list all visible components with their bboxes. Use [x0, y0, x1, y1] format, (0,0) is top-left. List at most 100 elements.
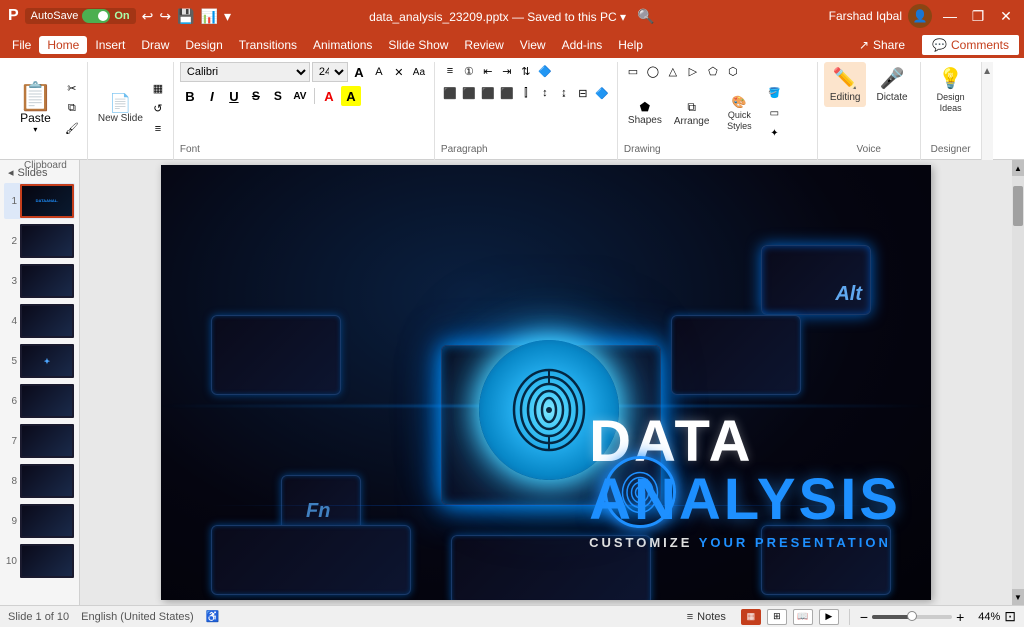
shadow-button[interactable]: S	[268, 86, 288, 106]
slide-canvas[interactable]: Alt Fn	[161, 165, 931, 600]
menu-help[interactable]: Help	[610, 36, 651, 54]
notes-button[interactable]: ≡ Notes	[678, 608, 735, 626]
redo-btn[interactable]: ↪	[159, 8, 171, 25]
font-size-down[interactable]: A	[370, 63, 388, 81]
design-ideas-button[interactable]: 💡 Design Ideas	[929, 62, 973, 117]
quick-styles-button[interactable]: 🎨 Quick Styles	[717, 93, 761, 133]
columns[interactable]: ⫿	[517, 84, 535, 102]
shape-btn-3[interactable]: △	[664, 62, 682, 80]
shape-btn-5[interactable]: ⬠	[704, 62, 722, 80]
scroll-thumb[interactable]	[1013, 186, 1023, 226]
slide-thumb-5[interactable]: 5 ✦	[4, 343, 75, 379]
shape-btn-1[interactable]: ▭	[624, 62, 642, 80]
zoom-control[interactable]: − + 44% ⊡	[860, 608, 1016, 625]
paste-button[interactable]: 📋 Paste ▾	[10, 81, 61, 136]
avatar[interactable]: 👤	[908, 4, 932, 28]
line-spacing[interactable]: ↕	[536, 84, 554, 102]
scroll-down-button[interactable]: ▼	[1012, 589, 1024, 605]
save-btn[interactable]: 💾	[177, 8, 194, 25]
menu-draw[interactable]: Draw	[133, 36, 177, 54]
scroll-track[interactable]	[1012, 176, 1024, 589]
slide-thumb-4[interactable]: 4	[4, 303, 75, 339]
slide-thumb-6[interactable]: 6	[4, 383, 75, 419]
search-icon[interactable]: 🔍	[637, 8, 654, 24]
text-direction-2[interactable]: ↨	[555, 84, 573, 102]
align-text[interactable]: ⊟	[574, 84, 592, 102]
reset-button[interactable]: ↺	[149, 100, 167, 118]
zoom-in-button[interactable]: +	[956, 609, 964, 625]
more-tools[interactable]: ▾	[224, 8, 231, 25]
shape-effects-button[interactable]: ✦	[765, 124, 783, 142]
decrease-indent[interactable]: ⇤	[479, 62, 497, 80]
minimize-button[interactable]: —	[940, 6, 960, 26]
menu-insert[interactable]: Insert	[87, 36, 133, 54]
shape-fill-button[interactable]: 🪣	[765, 84, 783, 102]
menu-view[interactable]: View	[512, 36, 554, 54]
italic-button[interactable]: I	[202, 86, 222, 106]
font-size-select[interactable]: 24	[312, 62, 348, 82]
numbering-button[interactable]: ①	[460, 62, 478, 80]
shape-btn-2[interactable]: ◯	[644, 62, 662, 80]
zoom-out-button[interactable]: −	[860, 609, 868, 625]
bullets-button[interactable]: ≡	[441, 62, 459, 80]
convert-to-smartart[interactable]: 🔷	[536, 62, 554, 80]
slide-sorter-button[interactable]: ⊞	[767, 609, 787, 625]
paste-dropdown[interactable]: ▾	[33, 125, 37, 134]
font-family-select[interactable]: Calibri	[180, 62, 310, 82]
bold-button[interactable]: B	[180, 86, 200, 106]
maximize-button[interactable]: ❐	[968, 6, 988, 26]
scroll-up-button[interactable]: ▲	[1012, 160, 1024, 176]
share-button[interactable]: ↗ Share	[849, 35, 915, 55]
char-spacing-button[interactable]: AV	[290, 86, 310, 106]
slide-thumb-8[interactable]: 8	[4, 463, 75, 499]
vertical-scrollbar[interactable]: ▲ ▼	[1012, 160, 1024, 605]
new-slide-button[interactable]: 📄 New Slide	[94, 92, 147, 126]
shape-btn-6[interactable]: ⬡	[724, 62, 742, 80]
font-color-button[interactable]: A	[319, 86, 339, 106]
smartart-2[interactable]: 🔷	[593, 84, 611, 102]
slide-thumb-9[interactable]: 9	[4, 503, 75, 539]
slide-thumb-2[interactable]: 2	[4, 223, 75, 259]
ribbon-collapse-button[interactable]: ▲	[981, 62, 993, 173]
present-btn[interactable]: 📊	[201, 8, 218, 25]
slide-thumb-3[interactable]: 3	[4, 263, 75, 299]
align-right[interactable]: ⬛	[479, 84, 497, 102]
menu-addins[interactable]: Add-ins	[554, 36, 611, 54]
autosave-badge[interactable]: AutoSave On	[25, 8, 136, 24]
slide-thumb-7[interactable]: 7	[4, 423, 75, 459]
justify[interactable]: ⬛	[498, 84, 516, 102]
menu-animations[interactable]: Animations	[305, 36, 380, 54]
menu-slideshow[interactable]: Slide Show	[380, 36, 456, 54]
zoom-handle[interactable]	[907, 611, 917, 621]
slide-thumb-10[interactable]: 10	[4, 543, 75, 579]
format-painter-button[interactable]: 🖌	[63, 120, 81, 138]
menu-file[interactable]: File	[4, 36, 39, 54]
shapes-button[interactable]: ⬟ Shapes	[624, 98, 666, 128]
reading-view-button[interactable]: 📖	[793, 609, 813, 625]
strikethrough-button[interactable]: S	[246, 86, 266, 106]
menu-design[interactable]: Design	[177, 36, 230, 54]
text-direction[interactable]: ⇅	[517, 62, 535, 80]
menu-review[interactable]: Review	[456, 36, 511, 54]
arrange-button[interactable]: ⧉ Arrange	[670, 98, 714, 129]
shape-outline-button[interactable]: ▭	[765, 104, 783, 122]
menu-transitions[interactable]: Transitions	[231, 36, 305, 54]
dictate-button[interactable]: 🎤 Dictate	[870, 62, 913, 107]
clear-format-button[interactable]: ✕	[390, 63, 408, 81]
fit-button[interactable]: ⊡	[1004, 608, 1016, 625]
save-dropdown[interactable]: ▾	[620, 10, 626, 24]
copy-button[interactable]: ⧉	[63, 100, 81, 118]
autosave-toggle[interactable]	[82, 9, 110, 23]
editing-button[interactable]: ✏️ Editing	[824, 62, 867, 107]
normal-view-button[interactable]: ▦	[741, 609, 761, 625]
zoom-track[interactable]	[872, 615, 952, 619]
section-button[interactable]: ≡	[149, 120, 167, 138]
close-button[interactable]: ✕	[996, 6, 1016, 26]
increase-indent[interactable]: ⇥	[498, 62, 516, 80]
cut-button[interactable]: ✂	[63, 80, 81, 98]
slide-thumb-1[interactable]: 1 DATAANAL.	[4, 183, 75, 219]
align-left[interactable]: ⬛	[441, 84, 459, 102]
slideshow-button[interactable]: ▶	[819, 609, 839, 625]
shape-btn-4[interactable]: ▷	[684, 62, 702, 80]
font-size-up[interactable]: A	[350, 63, 368, 81]
